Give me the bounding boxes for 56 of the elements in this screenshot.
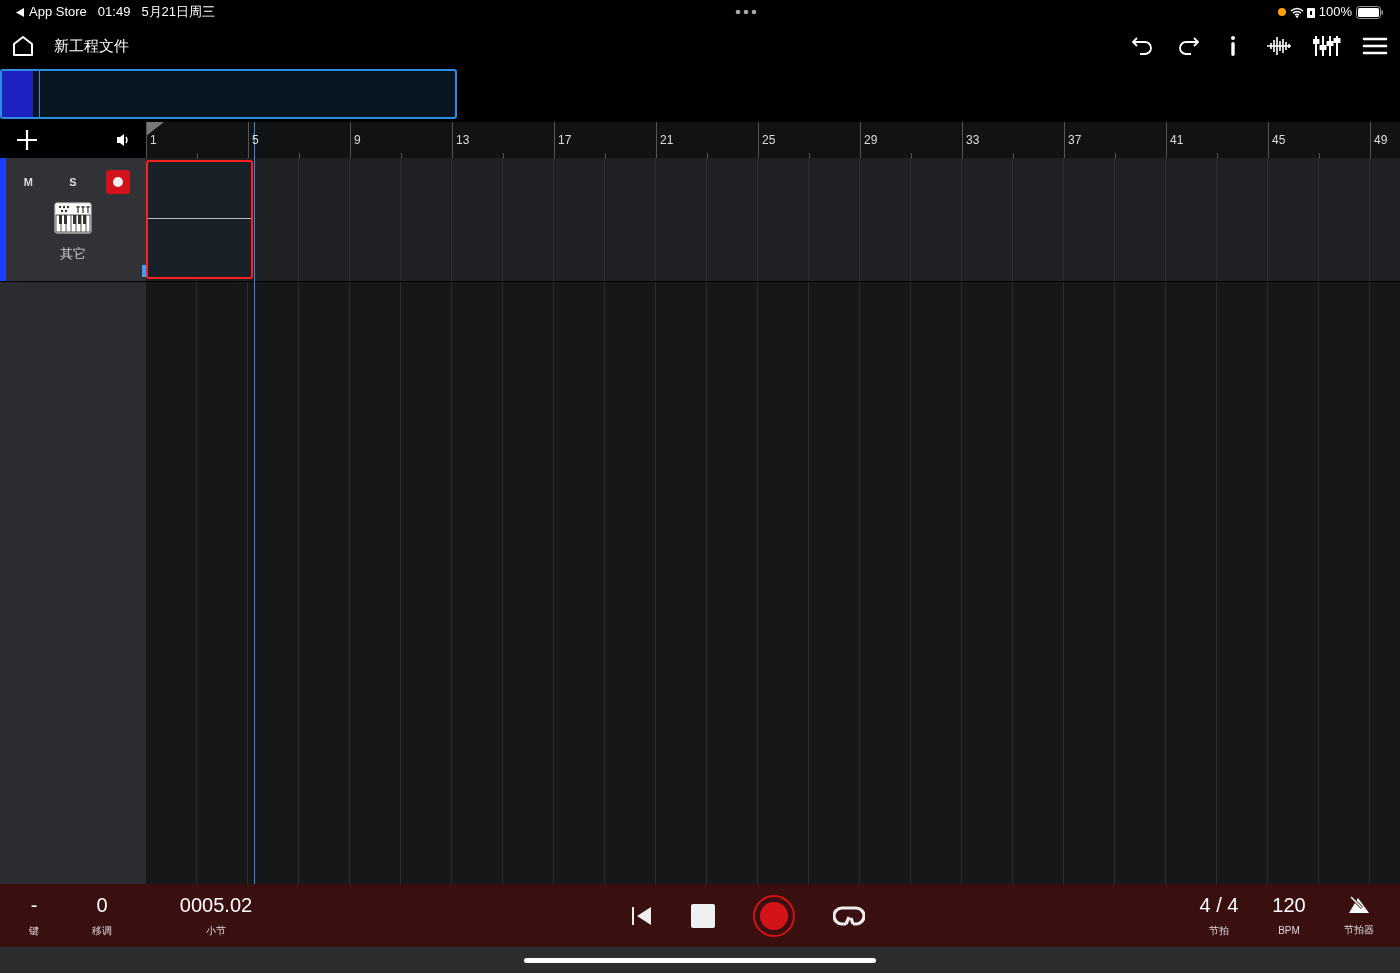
metronome-icon[interactable] — [1348, 894, 1370, 916]
rewind-to-start-icon[interactable] — [630, 904, 653, 927]
keyboard-icon — [54, 202, 92, 234]
waveform-icon[interactable] — [1266, 34, 1292, 58]
battery-percent: 100% — [1318, 3, 1352, 22]
redo-icon[interactable] — [1176, 34, 1200, 58]
transport-label: 节拍器 — [1344, 923, 1374, 937]
project-title: 新工程文件 — [54, 35, 129, 56]
transport-value[interactable]: 4 / 4 — [1199, 893, 1239, 917]
track-name: 其它 — [60, 245, 86, 263]
home-indicator[interactable] — [524, 957, 876, 963]
transport-label: BPM — [1278, 924, 1300, 938]
record-arm-button[interactable] — [105, 170, 130, 194]
status-date: 5月21日周三 — [141, 3, 216, 22]
more-dots-icon[interactable] — [735, 9, 758, 15]
midi-clip[interactable] — [146, 160, 253, 279]
transport-label: 键 — [29, 924, 39, 938]
back-triangle-icon[interactable] — [16, 7, 25, 17]
bar-number: 21 — [660, 132, 674, 149]
bar-number: 33 — [966, 132, 980, 149]
loop-start-marker-icon[interactable] — [146, 122, 164, 136]
bar-number: 1 — [150, 132, 157, 149]
song-overview-bar[interactable] — [0, 69, 457, 119]
loop-icon[interactable] — [832, 904, 865, 927]
mute-button[interactable]: M — [16, 170, 41, 194]
bar-number: 9 — [354, 132, 361, 149]
home-icon[interactable] — [12, 35, 34, 57]
bar-number: 41 — [1170, 132, 1184, 149]
transport-label: 移调 — [92, 924, 112, 938]
add-track-icon[interactable] — [16, 129, 38, 151]
battery-icon — [1356, 5, 1384, 19]
transport-value[interactable]: 120 — [1272, 893, 1306, 917]
transport-value[interactable]: 0 — [96, 893, 108, 917]
bar-number: 49 — [1374, 132, 1388, 149]
speaker-icon[interactable] — [116, 133, 130, 147]
back-app-link[interactable]: App Store — [29, 2, 87, 22]
bar-number: 13 — [456, 132, 470, 149]
bar-number: 25 — [762, 132, 776, 149]
transport-label: 小节 — [206, 924, 226, 938]
undo-icon[interactable] — [1131, 34, 1155, 58]
menu-icon[interactable] — [1362, 36, 1388, 56]
lock-icon — [1306, 6, 1315, 18]
transport-label: 节拍 — [1209, 924, 1229, 938]
transport-value[interactable]: 0005.02 — [179, 893, 253, 917]
track-header[interactable]: M S 其它 — [0, 158, 146, 281]
transport-value[interactable]: - — [30, 893, 38, 917]
stop-button[interactable] — [690, 903, 715, 928]
bar-number: 17 — [558, 132, 572, 149]
bar-number: 45 — [1272, 132, 1286, 149]
mixer-sliders-icon[interactable] — [1313, 34, 1341, 58]
bar-number: 37 — [1068, 132, 1082, 149]
solo-button[interactable]: S — [61, 170, 85, 194]
record-button[interactable] — [752, 894, 795, 937]
wifi-icon — [1289, 6, 1304, 18]
bar-number: 29 — [864, 132, 878, 149]
status-time: 01:49 — [97, 3, 131, 22]
